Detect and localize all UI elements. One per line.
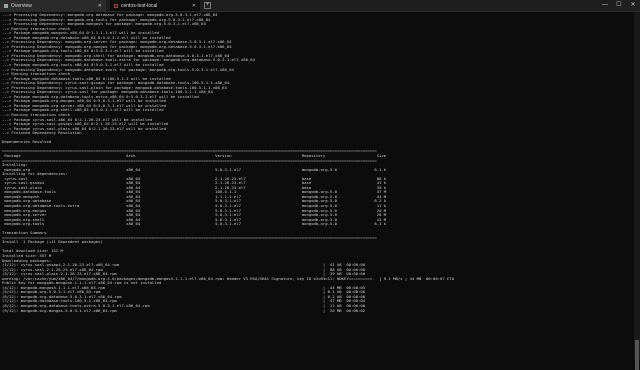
tab-overview[interactable]: Overview ✕ <box>0 0 106 11</box>
terminal-icon <box>4 3 8 8</box>
close-tab-icon[interactable]: ✕ <box>98 3 102 9</box>
scrollbar[interactable] <box>634 12 640 370</box>
window-controls: — ☐ ✕ <box>598 0 640 11</box>
minimize-button[interactable]: — <box>598 0 612 11</box>
maximize-button[interactable]: ☐ <box>612 0 626 11</box>
tab-overview-label: Overview <box>11 2 32 9</box>
close-tab-icon[interactable]: ✕ <box>192 3 196 9</box>
new-tab-button[interactable]: + <box>204 2 211 9</box>
window-titlebar: Overview ✕ centos-test-local ✕ + — ☐ ✕ <box>0 0 640 12</box>
terminal-output[interactable]: ---> Processing Dependency: mongodb-org-… <box>2 13 630 359</box>
tab-session-label: centos-test-local <box>121 2 158 9</box>
scrollbar-thumb[interactable] <box>635 340 639 370</box>
close-button[interactable]: ✕ <box>626 0 640 11</box>
session-icon <box>114 3 118 8</box>
tab-session[interactable]: centos-test-local ✕ <box>110 0 200 11</box>
terminal-line: (9/12): mongodb-org-mongos-5.0.3-1.el7.x… <box>2 308 366 313</box>
